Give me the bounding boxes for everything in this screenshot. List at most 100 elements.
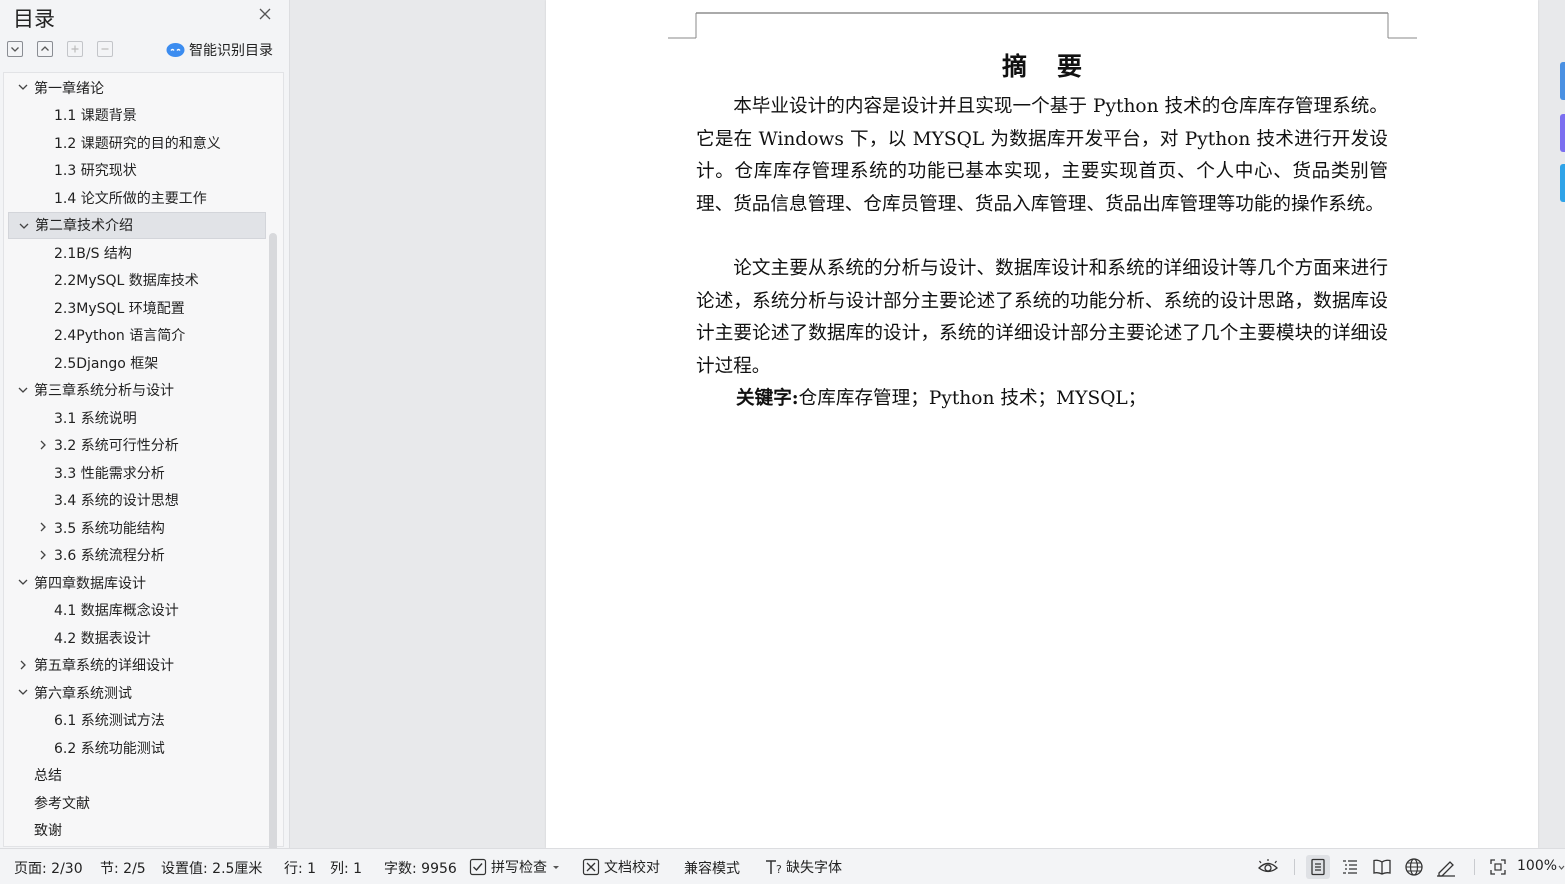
toc-item[interactable]: 第五章系统的详细设计 — [8, 652, 266, 679]
missing-fonts-button[interactable]: ? 缺失字体 — [764, 855, 842, 879]
compat-mode[interactable]: 兼容模式 — [684, 858, 740, 878]
dropdown-arrow-icon — [553, 866, 559, 869]
keywords-line: 关键字:仓库库存管理；Python 技术；MYSQL； — [736, 383, 1146, 416]
toc-item[interactable]: 第二章技术介绍 — [8, 211, 266, 239]
fit-page-icon[interactable] — [1486, 855, 1510, 879]
toc-item-label: 1.1 课题背景 — [54, 108, 137, 124]
toc-item-label: 3.4 系统的设计思想 — [54, 493, 179, 509]
chevron-down-icon[interactable] — [16, 383, 30, 397]
toc-item-label: 4.2 数据表设计 — [54, 630, 151, 647]
toc-item[interactable]: 第六章系统测试 — [8, 679, 266, 706]
doc-proof-label: 文档校对 — [604, 860, 660, 876]
reading-view-icon[interactable] — [1370, 855, 1394, 879]
toc-item-label: 总结 — [34, 768, 62, 784]
chevron-down-icon[interactable] — [16, 80, 30, 94]
chevron-right-icon[interactable] — [36, 520, 50, 534]
toc-item[interactable]: 1.4 论文所做的主要工作 — [8, 184, 266, 211]
toc-item[interactable]: 1.2 课题研究的目的和意义 — [8, 129, 266, 156]
add-heading-button[interactable] — [67, 41, 83, 57]
remove-heading-button[interactable] — [97, 41, 113, 57]
svg-text:?: ? — [776, 863, 782, 876]
toc-item[interactable]: 3.6 系统流程分析 — [8, 542, 266, 569]
toc-item[interactable]: 2.1B/S 结构 — [8, 239, 266, 266]
toc-item[interactable]: 第三章系统分析与设计 — [8, 377, 266, 404]
toc-item-label: 2.2MySQL 数据库技术 — [54, 273, 199, 289]
collapse-all-button[interactable] — [37, 41, 53, 57]
toc-item[interactable]: 第四章数据库设计 — [8, 569, 266, 596]
side-panel-tab-1[interactable] — [1560, 62, 1565, 100]
page-view-icon[interactable] — [1306, 855, 1330, 879]
toc-item-label: 1.4 论文所做的主要工作 — [54, 190, 207, 207]
doc-proof-button[interactable]: 文档校对 — [582, 855, 660, 879]
side-panel-tab-3[interactable] — [1560, 164, 1565, 202]
toc-item-label: 第三章系统分析与设计 — [34, 383, 174, 399]
eye-protection-icon[interactable] — [1256, 855, 1280, 879]
column-indicator: 列: 1 — [330, 861, 363, 877]
toc-item[interactable]: 3.2 系统可行性分析 — [8, 432, 266, 459]
word-count[interactable]: 字数: 9956 — [384, 858, 457, 878]
toc-item[interactable]: 3.3 性能需求分析 — [8, 459, 266, 486]
toc-item[interactable]: 2.4Python 语言简介 — [8, 322, 266, 349]
toc-item[interactable]: 2.3MySQL 环境配置 — [8, 294, 266, 321]
chevron-down-icon[interactable] — [16, 575, 30, 589]
side-panel-tab-2[interactable] — [1560, 114, 1565, 152]
chevron-down-icon[interactable] — [16, 685, 30, 699]
toc-item-label: 6.1 系统测试方法 — [54, 713, 165, 729]
keywords-text: 仓库库存管理；Python 技术；MYSQL； — [798, 388, 1147, 409]
toc-item-label: 3.1 系统说明 — [54, 410, 137, 427]
toc-item-label: 3.5 系统功能结构 — [54, 520, 165, 537]
spell-check-label: 拼写检查 — [491, 860, 547, 876]
chevron-down-icon[interactable] — [17, 219, 31, 233]
toc-item[interactable]: 6.1 系统测试方法 — [8, 707, 266, 734]
toc-item-label: 3.6 系统流程分析 — [54, 548, 165, 564]
web-view-icon[interactable] — [1402, 855, 1426, 879]
toc-item-label: 第四章数据库设计 — [34, 575, 146, 592]
missing-font-icon: ? — [766, 860, 782, 876]
smart-toc-button[interactable]: 智能识别目录 — [166, 40, 273, 60]
outline-view-icon[interactable] — [1338, 855, 1362, 879]
zoom-dropdown-icon[interactable] — [1558, 863, 1565, 871]
toc-scrollbar[interactable] — [269, 233, 277, 884]
close-icon[interactable] — [257, 6, 273, 22]
toc-item-label: 第一章绪论 — [34, 80, 104, 97]
spell-check-button[interactable]: 拼写检查 — [469, 855, 561, 879]
toc-item[interactable]: 总结 — [8, 762, 266, 789]
toc-item[interactable]: 第一章绪论 — [8, 74, 266, 101]
toc-item-label: 1.3 研究现状 — [54, 163, 137, 179]
divider — [1294, 859, 1295, 875]
divider — [1474, 859, 1475, 875]
toc-item-label: 6.2 系统功能测试 — [54, 740, 165, 757]
toc-item[interactable]: 4.1 数据库概念设计 — [8, 597, 266, 624]
toc-item[interactable]: 1.1 课题背景 — [8, 102, 266, 129]
smart-toc-label: 智能识别目录 — [189, 43, 273, 59]
toc-item[interactable]: 参考文献 — [8, 789, 266, 816]
chevron-right-icon[interactable] — [16, 658, 30, 672]
abstract-title: 摘要 — [1001, 52, 1112, 81]
chevron-right-icon[interactable] — [36, 548, 50, 562]
toc-item[interactable]: 1.3 研究现状 — [8, 157, 266, 184]
toc-item-label: 第六章系统测试 — [34, 685, 132, 702]
zoom-level[interactable]: 100% — [1517, 858, 1557, 874]
toc-item-label: 第五章系统的详细设计 — [34, 658, 174, 674]
write-view-icon[interactable] — [1434, 855, 1458, 879]
toc-panel: 第一章绪论 1.1 课题背景 1.2 课题研究的目的和意义 1.3 研究现状 1.4 论… — [3, 72, 284, 884]
toc-item[interactable]: 3.5 系统功能结构 — [8, 514, 266, 541]
section-indicator: 节: 2/5 — [100, 861, 146, 877]
toc-item[interactable]: 6.2 系统功能测试 — [8, 734, 266, 761]
expand-all-button[interactable] — [7, 41, 23, 57]
toc-item[interactable]: 2.5Django 框架 — [8, 349, 266, 376]
page-indicator[interactable]: 页面: 2/30 — [14, 858, 83, 878]
toc-item-label: 3.2 系统可行性分析 — [54, 438, 179, 454]
plus-icon — [71, 45, 79, 53]
check-box-icon — [469, 858, 487, 876]
toc-item[interactable]: 2.2MySQL 数据库技术 — [8, 267, 266, 294]
toc-sidebar: 目录 智能识别目录 第一章绪论 1.1 课题背景 1.2 课题研究的目的和意义 1.3… — [0, 0, 290, 884]
toc-item[interactable]: 3.4 系统的设计思想 — [8, 487, 266, 514]
toc-item[interactable]: 致谢 — [8, 817, 266, 844]
toc-item-label: 2.4Python 语言简介 — [54, 328, 186, 344]
chevron-up-icon — [41, 46, 49, 51]
toc-item[interactable]: 3.1 系统说明 — [8, 404, 266, 431]
chevron-right-icon[interactable] — [36, 438, 50, 452]
toc-item-label: 致谢 — [34, 823, 62, 839]
toc-item[interactable]: 4.2 数据表设计 — [8, 624, 266, 651]
